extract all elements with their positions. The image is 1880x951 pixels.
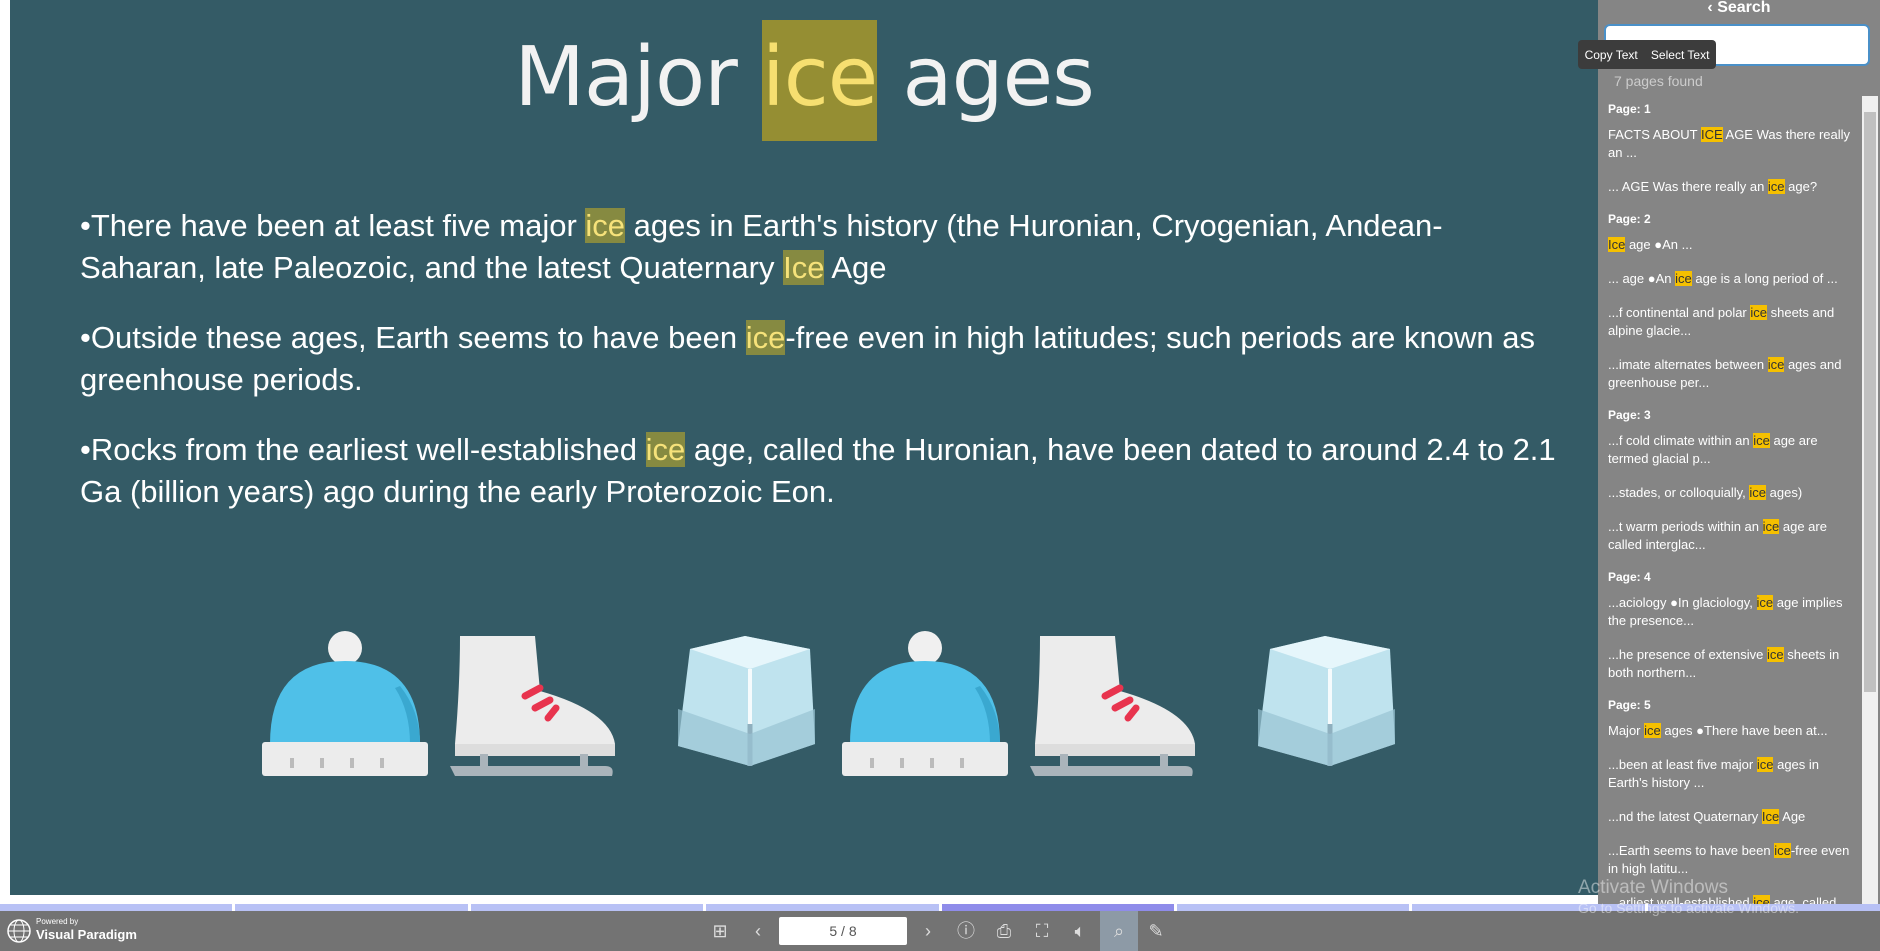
progress-segment[interactable]	[706, 904, 939, 911]
page-number-input[interactable]: 5 / 8	[779, 917, 907, 945]
fullscreen-icon[interactable]: ⛶	[1026, 915, 1058, 947]
result-page-heading: Page: 1	[1608, 102, 1651, 116]
next-page-button[interactable]: ›	[912, 915, 944, 947]
search-result-item[interactable]: ...he presence of extensive ice sheets i…	[1608, 646, 1860, 682]
bullet-item: •Outside these ages, Earth seems to have…	[80, 320, 1535, 397]
search-result-item[interactable]: ...t warm periods within an ice age are …	[1608, 518, 1860, 554]
progress-segment[interactable]	[235, 904, 468, 911]
previous-page-button[interactable]: ‹	[742, 915, 774, 947]
slide-title: Major ice ages	[10, 20, 1598, 141]
search-icon[interactable]: ⌕	[1100, 911, 1138, 951]
search-results: Page: 1 FACTS ABOUT ICE AGE Was there rea…	[1598, 96, 1860, 904]
result-page-heading: Page: 4	[1608, 570, 1651, 584]
info-icon[interactable]: ⓘ	[950, 915, 982, 947]
sound-icon[interactable]: 🔈︎	[1064, 915, 1096, 947]
globe-icon	[7, 918, 31, 943]
text-context-menu: Copy Text Select Text	[1578, 40, 1716, 69]
search-highlight: Ice	[783, 250, 825, 285]
thumbnails-icon[interactable]: ⊞	[704, 915, 736, 947]
progress-segment[interactable]	[0, 904, 233, 911]
bullet-list: •There have been at least five major ice…	[80, 205, 1560, 541]
progress-segment[interactable]	[1176, 904, 1410, 911]
scrollbar-thumb[interactable]	[1864, 112, 1876, 692]
progress-segment[interactable]	[941, 904, 1174, 911]
search-result-item[interactable]: ...f cold climate within an ice age are …	[1608, 432, 1860, 468]
results-count: 7 pages found	[1614, 73, 1703, 89]
search-panel-header[interactable]: ‹ Search	[1598, 0, 1880, 18]
search-result-item[interactable]: ...stades, or colloquially, ice ages)	[1608, 484, 1860, 502]
search-result-item[interactable]: ... AGE Was there really an ice age?	[1608, 178, 1860, 196]
search-result-item[interactable]: Major ice ages ●There have been at...	[1608, 722, 1860, 740]
print-icon[interactable]: ⎙	[988, 915, 1020, 947]
result-page-heading: Page: 2	[1608, 212, 1651, 226]
search-result-item[interactable]: ... age ●An ice age is a long period of …	[1608, 270, 1860, 288]
search-result-item[interactable]: ...aciology ●In glaciology, ice age impl…	[1608, 594, 1860, 630]
result-page-heading: Page: 3	[1608, 408, 1651, 422]
copy-text-button[interactable]: Copy Text	[1585, 48, 1638, 62]
search-result-item[interactable]: ...f continental and polar ice sheets an…	[1608, 304, 1860, 340]
search-result-item[interactable]: FACTS ABOUT ICE AGE Was there really an …	[1608, 126, 1860, 162]
back-chevron-icon: ‹	[1707, 0, 1718, 16]
results-scrollbar[interactable]	[1862, 96, 1878, 904]
search-highlight: ice	[761, 20, 878, 141]
bullet-item: •There have been at least five major ice…	[80, 208, 1443, 285]
search-result-item[interactable]: ...Earth seems to have been ice-free eve…	[1608, 842, 1860, 878]
visual-paradigm-logo[interactable]: Powered by Visual Paradigm	[6, 917, 137, 944]
search-highlight: ice	[645, 432, 686, 467]
result-page-heading: Page: 5	[1608, 698, 1651, 712]
search-highlight: ice	[745, 320, 786, 355]
search-result-item[interactable]: Ice age ●An ...	[1608, 236, 1860, 254]
search-result-item[interactable]: ...been at least five major ice ages in …	[1608, 756, 1860, 792]
windows-activation-watermark: Activate Windows Go to Settings to activa…	[1578, 877, 1799, 917]
slide: Major ice ages •There have been at least…	[10, 0, 1598, 895]
search-result-item[interactable]: ...nd the latest Quaternary Ice Age	[1608, 808, 1860, 826]
progress-segment[interactable]	[470, 904, 704, 911]
search-panel: ‹ Search ice 7 pages found Copy Text Sel…	[1578, 0, 1880, 904]
search-result-item[interactable]: ...imate alternates between ice ages and…	[1608, 356, 1860, 392]
search-highlight: ice	[585, 208, 626, 243]
select-text-button[interactable]: Select Text	[1651, 48, 1709, 62]
annotate-icon[interactable]: ✎	[1140, 915, 1172, 947]
bullet-item: •Rocks from the earliest well-establishe…	[80, 432, 1556, 509]
